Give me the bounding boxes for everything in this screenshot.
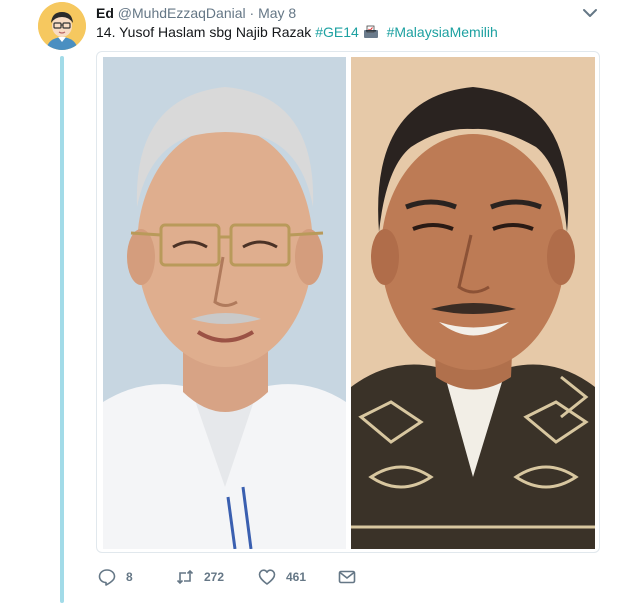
portrait-image-left xyxy=(103,57,346,549)
heart-icon xyxy=(258,569,276,585)
ballot-box-icon xyxy=(363,25,379,39)
photo-left[interactable] xyxy=(103,57,346,549)
chevron-down-icon[interactable] xyxy=(582,6,598,18)
hashtag-malaysiamemilih[interactable]: #MalaysiaMemilih xyxy=(387,24,498,40)
retweet-count: 272 xyxy=(204,570,225,584)
photo-right[interactable] xyxy=(351,57,595,549)
reply-icon xyxy=(98,569,116,586)
envelope-icon xyxy=(338,570,356,584)
reply-button[interactable]: 8 xyxy=(98,567,133,587)
direct-message-button[interactable] xyxy=(338,567,366,587)
tweet-text-main: 14. Yusof Haslam sbg Najib Razak xyxy=(96,24,316,40)
like-button[interactable]: 461 xyxy=(258,567,306,587)
tweet[interactable]: Ed @MuhdEzzaqDanial · May 8 14. Yusof Ha… xyxy=(0,0,635,605)
author-handle[interactable]: @MuhdEzzaqDanial xyxy=(118,5,246,21)
hashtag-ge14[interactable]: #GE14 xyxy=(315,24,359,40)
author-name[interactable]: Ed xyxy=(96,5,114,21)
avatar-cartoon-icon xyxy=(38,2,86,50)
retweet-button[interactable]: 272 xyxy=(176,567,224,587)
reply-count: 8 xyxy=(126,570,133,584)
like-count: 461 xyxy=(286,570,307,584)
portrait-image-right xyxy=(351,57,595,549)
tweet-header: Ed @MuhdEzzaqDanial · May 8 xyxy=(96,4,296,22)
separator-dot: · xyxy=(249,5,255,21)
avatar[interactable] xyxy=(38,2,86,50)
thread-line xyxy=(60,56,64,603)
tweet-date[interactable]: May 8 xyxy=(258,5,296,21)
retweet-icon xyxy=(176,569,194,585)
tweet-text: 14. Yusof Haslam sbg Najib Razak #GE14 #… xyxy=(96,23,498,41)
media-container[interactable] xyxy=(96,51,600,553)
